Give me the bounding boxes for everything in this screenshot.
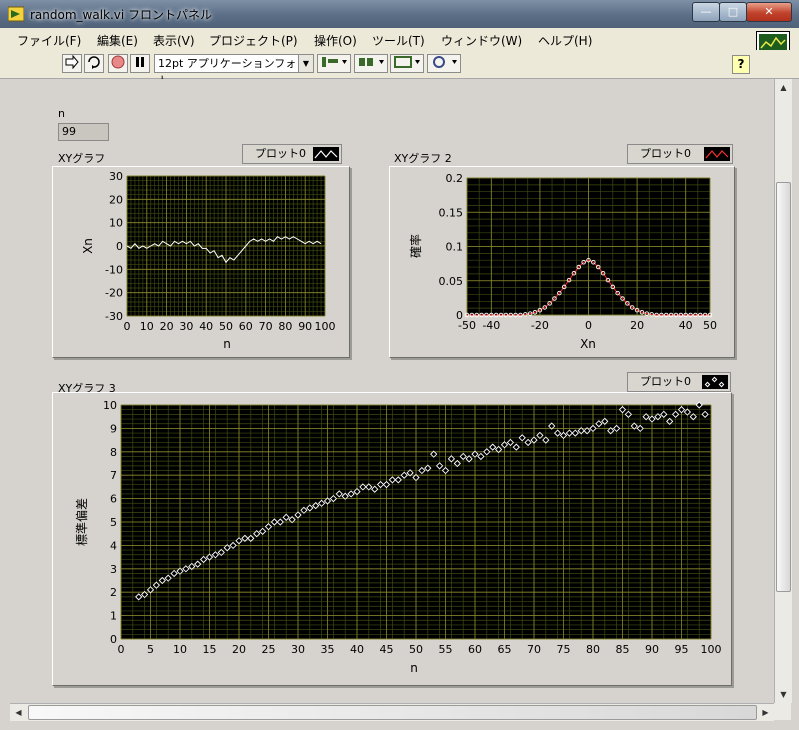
n-label: n: [58, 107, 65, 120]
graph2-frame: [389, 166, 735, 358]
horizontal-scroll-thumb[interactable]: [28, 705, 757, 720]
menu-edit[interactable]: 編集(E): [97, 32, 138, 49]
run-continuous-icon: [88, 56, 100, 69]
run-button[interactable]: [62, 54, 82, 73]
run-arrow-icon: [65, 54, 79, 70]
menu-file[interactable]: ファイル(F): [17, 32, 81, 49]
labview-app-icon: [8, 6, 24, 22]
vertical-scrollbar[interactable]: ▲ ▼: [774, 79, 792, 703]
graph1-legend[interactable]: プロット0: [242, 144, 342, 164]
graph1-frame: [52, 166, 350, 358]
menu-window[interactable]: ウィンドウ(W): [441, 32, 522, 49]
abort-button[interactable]: [108, 54, 128, 73]
menu-view[interactable]: 表示(V): [153, 32, 195, 49]
graph3-frame: [52, 392, 732, 686]
graph2-legend-swatch: [704, 147, 730, 161]
menu-tools[interactable]: ツール(T): [372, 32, 425, 49]
graph2-legend[interactable]: プロット0: [627, 144, 733, 164]
scroll-up-icon[interactable]: ▲: [775, 79, 792, 96]
n-indicator[interactable]: 99: [58, 123, 109, 141]
graph2-title: XYグラフ 2: [394, 152, 452, 165]
scroll-right-icon[interactable]: ▶: [757, 704, 774, 721]
graph3-legend[interactable]: プロット0: [627, 372, 731, 392]
abort-icon: [111, 55, 125, 69]
title-bar[interactable]: random_walk.vi フロントパネル — □ ✕: [0, 0, 799, 29]
run-continuously-button[interactable]: [84, 54, 104, 73]
context-help-button[interactable]: ?: [732, 55, 750, 74]
scroll-left-icon[interactable]: ◀: [10, 704, 27, 721]
labview-window: random_walk.vi フロントパネル — □ ✕ ファイル(F) 編集(…: [0, 0, 799, 730]
toolbar: 12pt アプリケーションフォント ▼: [0, 50, 799, 87]
scroll-down-icon[interactable]: ▼: [775, 686, 792, 703]
pause-button[interactable]: [130, 54, 150, 73]
resize-objects-button[interactable]: [390, 54, 424, 73]
window-title: random_walk.vi フロントパネル: [30, 8, 213, 22]
minimize-button[interactable]: —: [692, 2, 720, 22]
pause-icon: [136, 57, 144, 67]
reorder-icon: [433, 56, 457, 68]
reorder-button[interactable]: [427, 54, 461, 73]
graph2-legend-label: プロット0: [640, 147, 691, 160]
vertical-scroll-thumb[interactable]: [776, 182, 791, 592]
graph1-legend-swatch: [313, 147, 339, 161]
menu-project[interactable]: プロジェクト(P): [209, 32, 298, 49]
maximize-button[interactable]: □: [719, 2, 747, 22]
font-selector[interactable]: 12pt アプリケーションフォント ▼: [154, 54, 314, 87]
graph3-legend-swatch: [702, 375, 728, 389]
horizontal-scrollbar[interactable]: ◀ ▶: [10, 703, 774, 721]
align-objects-icon: [322, 57, 347, 67]
menu-operate[interactable]: 操作(O): [314, 32, 357, 49]
graph1-title: XYグラフ: [58, 152, 106, 165]
align-objects-button[interactable]: [317, 54, 351, 73]
graph3-legend-label: プロット0: [640, 375, 691, 388]
resize-objects-icon: [394, 56, 420, 68]
chevron-down-icon: ▼: [298, 55, 313, 72]
menu-help[interactable]: ヘルプ(H): [538, 32, 592, 49]
graph1-legend-label: プロット0: [255, 147, 306, 160]
scrollbar-corner: [774, 703, 791, 720]
distribute-objects-button[interactable]: [354, 54, 388, 73]
close-button[interactable]: ✕: [746, 2, 792, 22]
distribute-objects-icon: [359, 58, 384, 66]
menu-bar: ファイル(F) 編集(E) 表示(V) プロジェクト(P) 操作(O) ツール(…: [0, 28, 799, 51]
